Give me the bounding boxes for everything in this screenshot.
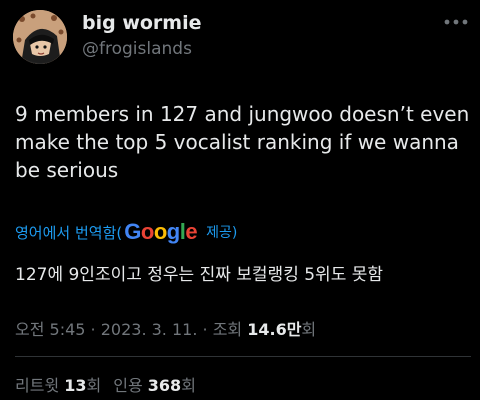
meta-separator: · [85,320,101,339]
tweet-text: 9 members in 127 and jungwoo doesn’t eve… [15,100,471,184]
tweet-date[interactable]: 2023. 3. 11. [101,320,198,339]
retweets-stat[interactable]: 리트윗 13회 [15,376,101,395]
google-logo-letter: o [140,219,154,244]
retweets-count: 13 [64,376,87,395]
translation-attribution[interactable]: 영어에서 번역함( Google 제공) [15,218,237,246]
google-logo-letter: e [185,219,198,244]
tweet-meta: 오전 5:45 · 2023. 3. 11. · 조회 14.6만회 [15,316,316,340]
translated-from-label[interactable]: 영어에서 번역함( [15,222,122,243]
views-count: 14.6만 [247,320,302,339]
tweet-text-line: 9 members in 127 and jungwoo doesn’t eve… [15,102,470,126]
views-unit: 회 [301,320,317,339]
tweet-text-line: make the top 5 vocalist ranking if we wa… [15,130,459,154]
tweet-stats: 리트윗 13회 인용 368회 [15,372,196,396]
quotes-stat[interactable]: 인용 368회 [113,376,196,395]
translated-text: 127에 9인조이고 정우는 진짜 보컬랭킹 5위도 못함 [15,265,384,285]
display-name[interactable]: big wormie [82,12,202,34]
user-handle[interactable]: @frogislands [82,39,192,59]
google-logo-letter: o [153,219,167,244]
google-logo-letter: g [166,219,180,244]
avatar[interactable] [13,10,67,64]
retweets-label: 리트윗 [15,376,65,395]
provider-label: 제공) [206,225,238,241]
more-options-icon[interactable] [442,15,470,29]
google-logo: Google [124,219,197,245]
retweets-unit: 회 [86,376,102,395]
tweet-text-line: be serious [15,158,119,182]
quotes-count: 368 [147,376,182,395]
views-label: 조회 [212,320,248,339]
quotes-unit: 회 [181,376,196,395]
tweet-time[interactable]: 오전 5:45 [15,320,85,339]
meta-separator: · [197,320,213,339]
quotes-label: 인용 [113,376,148,395]
google-logo-letter: G [124,219,141,244]
divider [15,356,471,357]
